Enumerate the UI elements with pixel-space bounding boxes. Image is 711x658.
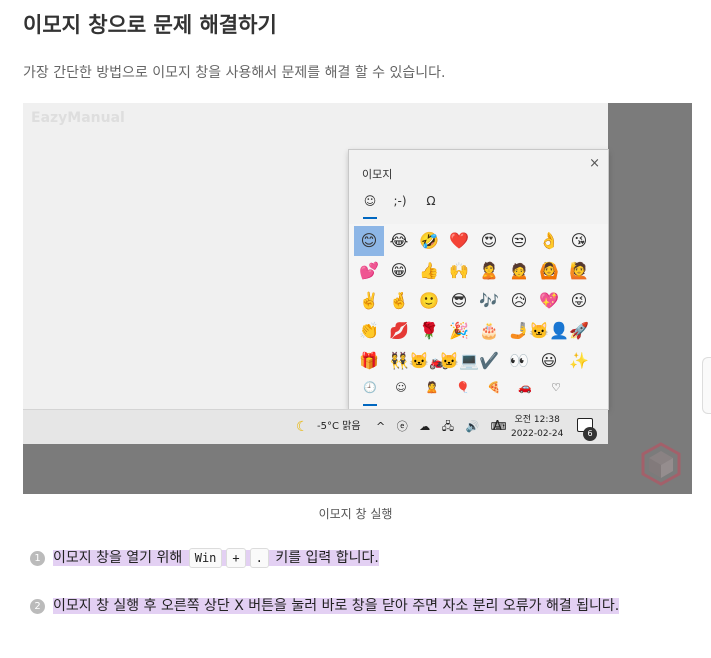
- food-icon[interactable]: 🍕: [483, 381, 505, 394]
- emoji-cell[interactable]: 🐱‍💻: [439, 346, 479, 376]
- step-2-text: 이모지 창 실행 후 오른쪽 상단 X 버튼을 눌러 바로 창을 닫아 주면 자…: [53, 598, 620, 614]
- emoji-cell[interactable]: 😃: [534, 346, 564, 376]
- watermark: EazyManual: [31, 110, 125, 126]
- step-1: 1 이모지 창을 열기 위해 Win +. 키를 입력 합니다.: [30, 547, 379, 568]
- step-1-text: 이모지 창을 열기 위해: [53, 550, 183, 566]
- emoji-cell[interactable]: 😥: [504, 286, 534, 316]
- emoji-panel-header: 이모지 × ☺ ;-) Ω: [349, 150, 608, 224]
- moon-icon: ☾: [296, 419, 309, 435]
- emoji-cell[interactable]: 🌹: [414, 316, 444, 346]
- close-icon[interactable]: ×: [589, 156, 600, 171]
- emoji-cell[interactable]: 🤣: [414, 226, 444, 256]
- emoji-cell[interactable]: 🎶: [474, 286, 504, 316]
- emoji-cell[interactable]: ✨: [564, 346, 594, 376]
- tab-kaomoji[interactable]: ;-): [389, 194, 411, 208]
- emoji-cell[interactable]: 🎁: [354, 346, 384, 376]
- side-scroll-tab[interactable]: [702, 357, 711, 414]
- car-icon[interactable]: 🚗: [514, 381, 536, 394]
- emoji-cell[interactable]: 🤞: [384, 286, 414, 316]
- system-tray-icons[interactable]: ^ ⓔ ☁ 🖧 🔊 ⌨: [376, 410, 511, 444]
- emoji-cell[interactable]: 🙍: [504, 256, 534, 286]
- emoji-grid: 😊 😂 🤣 ❤️ 😍 😒 👌 😘 💕 😁 👍 🙌 🙎 🙍 🙆 🙋 ✌️ 🤞 🙂 😎 🎶 😥 💖 😜 👏 💋 🌹 🎉 🎂 🤳 🐱‍👤 🚀 🎁 👯 🐱‍…: [354, 226, 594, 376]
- emoji-cell[interactable]: 💖: [534, 286, 564, 316]
- smiley-icon[interactable]: ☺: [390, 381, 412, 394]
- emoji-cell[interactable]: 😍: [474, 226, 504, 256]
- emoji-cell[interactable]: ✔️: [474, 346, 504, 376]
- emoji-cell[interactable]: 😊: [354, 226, 384, 256]
- taskbar-clock[interactable]: 오전 12:38 2022-02-24: [511, 413, 563, 441]
- key-win: Win: [188, 548, 223, 568]
- emoji-cell[interactable]: 👌: [534, 226, 564, 256]
- key-plus: +: [226, 548, 246, 568]
- emoji-cell[interactable]: 🙋: [564, 256, 594, 286]
- tab-symbols[interactable]: Ω: [420, 194, 442, 208]
- key-period: .: [249, 548, 269, 568]
- active-category-indicator: [363, 404, 377, 406]
- emoji-cell[interactable]: 🎂: [474, 316, 504, 346]
- emoji-cell[interactable]: 💕: [354, 256, 384, 286]
- emoji-cell[interactable]: 😜: [564, 286, 594, 316]
- heart-icon[interactable]: ♡: [545, 381, 567, 394]
- emoji-cell[interactable]: ❤️: [444, 226, 474, 256]
- emoji-cell[interactable]: 💋: [384, 316, 414, 346]
- notification-badge: 6: [583, 427, 597, 441]
- step-number: 1: [30, 551, 45, 566]
- emoji-cell[interactable]: 🙆: [534, 256, 564, 286]
- emoji-cell[interactable]: 🎉: [444, 316, 474, 346]
- step-number: 2: [30, 599, 45, 614]
- emoji-cell[interactable]: 😁: [384, 256, 414, 286]
- emoji-cell[interactable]: 👍: [414, 256, 444, 286]
- active-tab-indicator: [363, 217, 377, 219]
- emoji-cell[interactable]: 😎: [444, 286, 474, 316]
- weather-text[interactable]: -5°C 맑음: [317, 410, 361, 444]
- figure-caption: 이모지 창 실행: [318, 507, 393, 521]
- taskbar: ☾ -5°C 맑음 ^ ⓔ ☁ 🖧 🔊 ⌨ A 오전 12:38 2022-02…: [23, 409, 608, 444]
- emoji-cell[interactable]: 😘: [564, 226, 594, 256]
- celebration-icon[interactable]: 🎈: [452, 381, 474, 394]
- emoji-cell[interactable]: 🙌: [444, 256, 474, 286]
- clock-date: 2022-02-24: [511, 429, 564, 439]
- cube-logo-icon: [641, 442, 681, 486]
- step-2: 2 이모지 창 실행 후 오른쪽 상단 X 버튼을 눌러 바로 창을 닫아 주면 …: [30, 592, 702, 620]
- step-1-text-end: 키를 입력 합니다.: [275, 550, 379, 566]
- emoji-cell[interactable]: 😂: [384, 226, 414, 256]
- emoji-cell[interactable]: 🚀: [564, 316, 594, 346]
- emoji-cell[interactable]: 🙂: [414, 286, 444, 316]
- emoji-cell[interactable]: 🙎: [474, 256, 504, 286]
- emoji-category-bar: 🕘 ☺ 🙎 🎈 🍕 🚗 ♡: [349, 376, 608, 409]
- screenshot-figure: EazyManual 이모지 × ☺ ;-) Ω 😊 😂 🤣 ❤️ 😍 😒 👌 😘 💕 😁 👍 🙌 🙎 🙍…: [23, 103, 692, 494]
- emoji-cell[interactable]: 👀: [504, 346, 534, 376]
- emoji-cell[interactable]: ✌️: [354, 286, 384, 316]
- input-method-indicator[interactable]: A: [493, 410, 502, 444]
- clock-time: 오전 12:38: [514, 415, 560, 425]
- tab-emoji[interactable]: ☺: [359, 194, 381, 208]
- people-icon[interactable]: 🙎: [421, 381, 443, 394]
- emoji-panel-title: 이모지: [362, 168, 393, 181]
- emoji-cell[interactable]: 🐱‍👤: [529, 316, 569, 346]
- emoji-cell[interactable]: 👏: [354, 316, 384, 346]
- intro-text: 가장 간단한 방법으로 이모지 창을 사용해서 문제를 해결 할 수 있습니다.: [23, 65, 446, 81]
- emoji-cell[interactable]: 😒: [504, 226, 534, 256]
- emoji-panel: 이모지 × ☺ ;-) Ω 😊 😂 🤣 ❤️ 😍 😒 👌 😘 💕 😁 👍 🙌 🙎 🙍 🙆 🙋 ✌️ 🤞 🙂 😎 🎶 😥 💖 😜…: [349, 150, 608, 409]
- recent-icon[interactable]: 🕘: [359, 381, 381, 394]
- section-title: 이모지 창으로 문제 해결하기: [23, 13, 277, 37]
